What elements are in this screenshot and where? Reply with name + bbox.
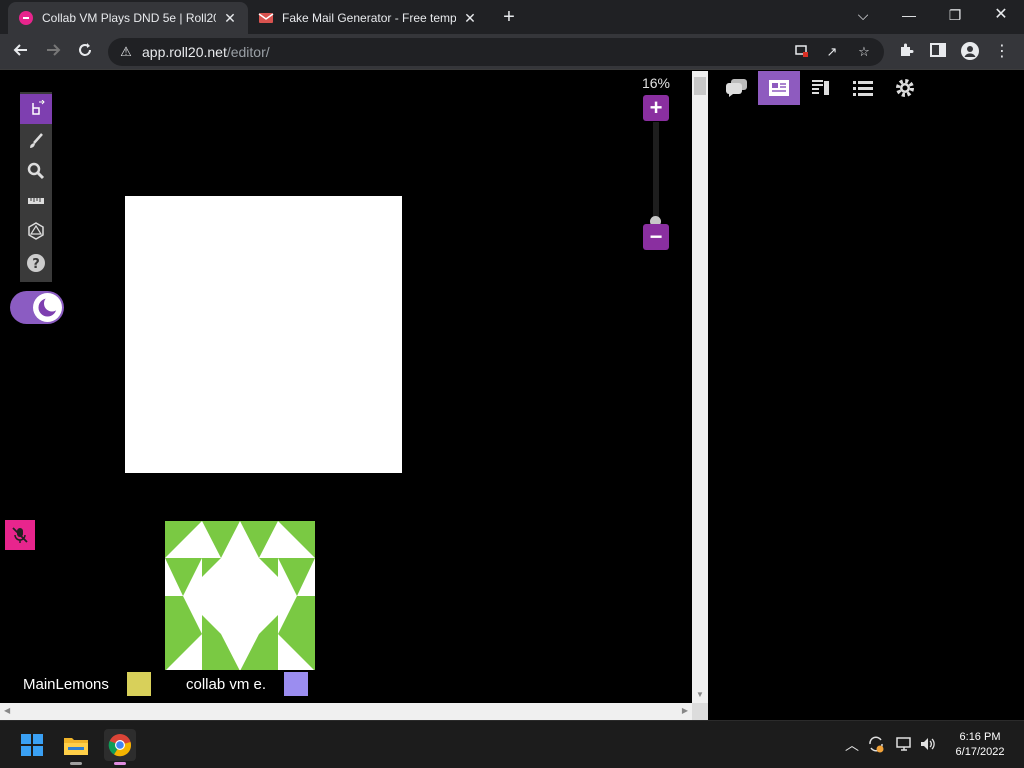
svg-text:?: ? — [32, 257, 40, 272]
zoom-in-button[interactable]: + — [643, 95, 669, 121]
moon-icon — [38, 295, 60, 317]
dark-mode-toggle[interactable] — [10, 291, 64, 324]
map-page[interactable] — [125, 196, 402, 473]
chrome-icon — [108, 734, 132, 757]
windows-taskbar: ︿ 6:16 PM 6/17/2022 — [0, 720, 1024, 768]
player-token-avatar[interactable] — [165, 521, 315, 671]
url-host: app.roll20.net — [142, 44, 227, 60]
chrome-taskbar-button[interactable] — [104, 729, 136, 765]
close-tab-icon[interactable]: ✕ — [222, 10, 238, 27]
select-pan-tool[interactable] — [20, 94, 52, 124]
ruler-icon — [28, 198, 44, 204]
volume-icon[interactable] — [918, 735, 938, 755]
tab-chat[interactable] — [716, 71, 758, 105]
vertical-scrollbar[interactable]: ▼ — [692, 71, 708, 703]
zoom-tool[interactable] — [20, 156, 52, 186]
address-bar[interactable]: ⚠ app.roll20.net /editor/ ↗ ☆ — [108, 38, 884, 66]
profile-avatar-icon[interactable] — [960, 42, 980, 62]
player-color-swatch — [126, 672, 151, 696]
browser-toolbar: ⚠ app.roll20.net /editor/ ↗ ☆ ⋮ — [0, 34, 1024, 70]
close-window-button[interactable]: ✕ — [978, 0, 1024, 32]
network-icon[interactable] — [894, 735, 914, 755]
site-info-icon[interactable]: ⚠ — [118, 44, 134, 60]
tab-title: Fake Mail Generator - Free temporary ema… — [282, 11, 456, 25]
player-entry[interactable]: MainLemons — [8, 670, 158, 698]
menu-kebab-icon[interactable]: ⋮ — [992, 42, 1012, 62]
folder-icon — [64, 738, 88, 755]
url-path: /editor/ — [226, 44, 270, 60]
scrollbar-thumb[interactable] — [694, 77, 706, 95]
hand-pointer-icon — [32, 100, 45, 115]
reload-icon — [79, 43, 91, 56]
forward-arrow-icon — [47, 44, 61, 56]
minimize-button[interactable]: — — [886, 0, 932, 32]
restore-button[interactable]: ❐ — [932, 0, 978, 32]
horizontal-scrollbar[interactable]: ◀ ▶ — [0, 703, 692, 720]
clock-date: 6/17/2022 — [955, 746, 1005, 758]
identicon-image — [165, 521, 315, 671]
windows-logo-icon — [21, 734, 43, 756]
zoom-slider-track[interactable] — [653, 122, 659, 222]
active-indicator — [114, 762, 126, 765]
measure-tool[interactable] — [20, 186, 52, 216]
scroll-right-arrow-icon[interactable]: ▶ — [682, 706, 688, 715]
browser-tab-strip: Collab VM Plays DND 5e | Roll20 ✕ Fake M… — [0, 0, 1024, 34]
dice-tool[interactable] — [20, 216, 52, 246]
d20-icon — [28, 222, 44, 240]
tab-title: Collab VM Plays DND 5e | Roll20 — [42, 11, 216, 25]
system-clock[interactable]: 6:16 PM 6/17/2022 — [940, 730, 1020, 760]
chat-bubbles-icon — [726, 79, 747, 97]
scroll-corner — [692, 703, 708, 720]
brush-icon — [30, 133, 43, 148]
back-button[interactable] — [8, 39, 34, 65]
close-tab-icon[interactable]: ✕ — [462, 10, 478, 27]
extensions-icon[interactable] — [896, 42, 916, 62]
roll20-icon — [18, 10, 34, 26]
new-tab-button[interactable]: + — [498, 6, 520, 28]
bookmark-star-icon[interactable]: ☆ — [856, 44, 872, 60]
tab-journal[interactable] — [800, 71, 842, 105]
mic-off-icon — [12, 527, 28, 543]
reload-button[interactable] — [72, 39, 98, 65]
tab-compendium[interactable] — [842, 71, 884, 105]
clock-time: 6:16 PM — [959, 731, 1001, 743]
forward-button[interactable] — [40, 39, 66, 65]
right-sidebar — [708, 71, 1024, 720]
start-button[interactable] — [16, 729, 48, 761]
file-explorer-button[interactable] — [60, 729, 92, 765]
magnifier-icon — [27, 162, 45, 180]
player-color-swatch — [284, 672, 309, 696]
side-panel-icon[interactable] — [928, 42, 948, 62]
journal-icon — [812, 80, 829, 95]
tab-roll20[interactable]: Collab VM Plays DND 5e | Roll20 ✕ — [8, 2, 248, 34]
zoom-out-button[interactable]: − — [643, 224, 669, 250]
help-tool[interactable]: ? — [20, 248, 52, 278]
tab-fake-mail[interactable]: Fake Mail Generator - Free temporary ema… — [248, 2, 488, 34]
back-arrow-icon — [13, 44, 27, 56]
scroll-down-arrow-icon[interactable]: ▼ — [696, 690, 704, 699]
player-name: MainLemons — [23, 675, 109, 693]
mail-icon — [258, 10, 274, 26]
running-indicator — [70, 762, 82, 765]
player-name: collab vm e. — [186, 675, 267, 693]
tool-palette: ? — [20, 92, 52, 282]
blocked-popup-icon[interactable] — [794, 44, 810, 60]
zoom-level: 16% — [641, 75, 671, 91]
tab-search-button[interactable]: ⌵ — [840, 0, 886, 32]
sync-update-icon[interactable] — [866, 735, 886, 755]
draw-tool[interactable] — [20, 126, 52, 156]
list-icon — [853, 81, 873, 96]
player-entry[interactable]: collab vm e. — [165, 670, 315, 698]
tab-art-library[interactable] — [758, 71, 800, 105]
toggle-knob — [33, 293, 62, 322]
share-icon[interactable]: ↗ — [824, 44, 840, 60]
scroll-left-arrow-icon[interactable]: ◀ — [4, 706, 10, 715]
screen: Collab VM Plays DND 5e | Roll20 ✕ Fake M… — [0, 0, 1024, 768]
show-hidden-icons-chevron-icon[interactable]: ︿ — [842, 735, 862, 755]
gear-icon — [896, 79, 914, 97]
help-question-icon: ? — [27, 254, 45, 272]
tab-settings[interactable] — [884, 71, 926, 105]
mute-mic-button[interactable] — [5, 520, 35, 550]
newspaper-icon — [769, 80, 789, 96]
